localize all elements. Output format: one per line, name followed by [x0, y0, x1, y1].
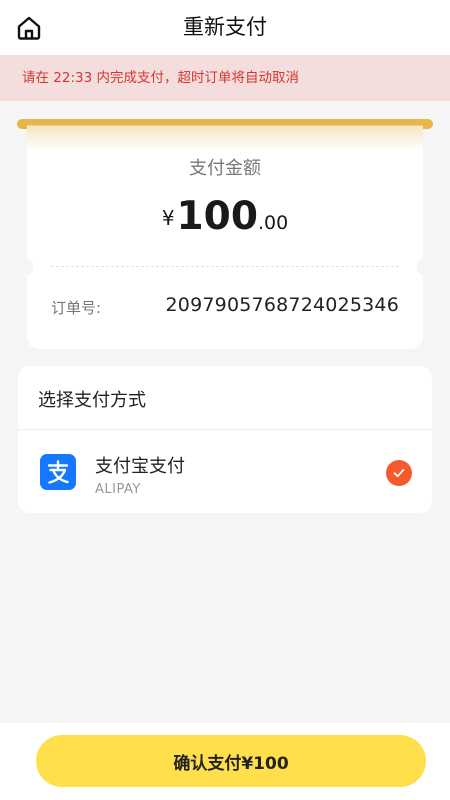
bottom-bar: 确认支付¥100	[0, 723, 450, 800]
amount-receipt: 支付金额 ¥100.00 订单号: 2097905768724025346	[21, 126, 429, 349]
payment-method-subtitle: ALIPAY	[95, 482, 141, 497]
receipt-notch-left	[21, 259, 33, 275]
order-number-value: 2097905768724025346	[165, 294, 399, 316]
amount-decimal: .00	[257, 212, 289, 234]
confirm-payment-button[interactable]: 确认支付¥100	[36, 735, 426, 787]
amount-integer: 100	[176, 194, 258, 239]
payment-method-title: 选择支付方式	[38, 390, 146, 411]
receipt-slot-shadow	[27, 125, 423, 151]
payment-timeout-notice: 请在 22:33 内完成支付，超时订单将自动取消	[0, 55, 450, 101]
payment-method-name: 支付宝支付	[95, 456, 185, 477]
payment-method-card: 选择支付方式 支付宝支付 ALIPAY	[18, 366, 432, 513]
payment-method-alipay[interactable]: 支付宝支付 ALIPAY	[18, 430, 432, 513]
page-title: 重新支付	[183, 15, 267, 39]
currency-symbol: ¥	[161, 206, 175, 230]
app-header: 重新支付	[0, 0, 450, 55]
selected-check-icon[interactable]	[386, 460, 412, 486]
receipt-notch-right	[417, 259, 429, 275]
order-number-label: 订单号:	[51, 299, 102, 317]
payment-amount: ¥100.00	[27, 194, 423, 239]
alipay-icon	[40, 454, 76, 490]
amount-label: 支付金额	[189, 158, 261, 179]
receipt-divider	[51, 266, 399, 267]
